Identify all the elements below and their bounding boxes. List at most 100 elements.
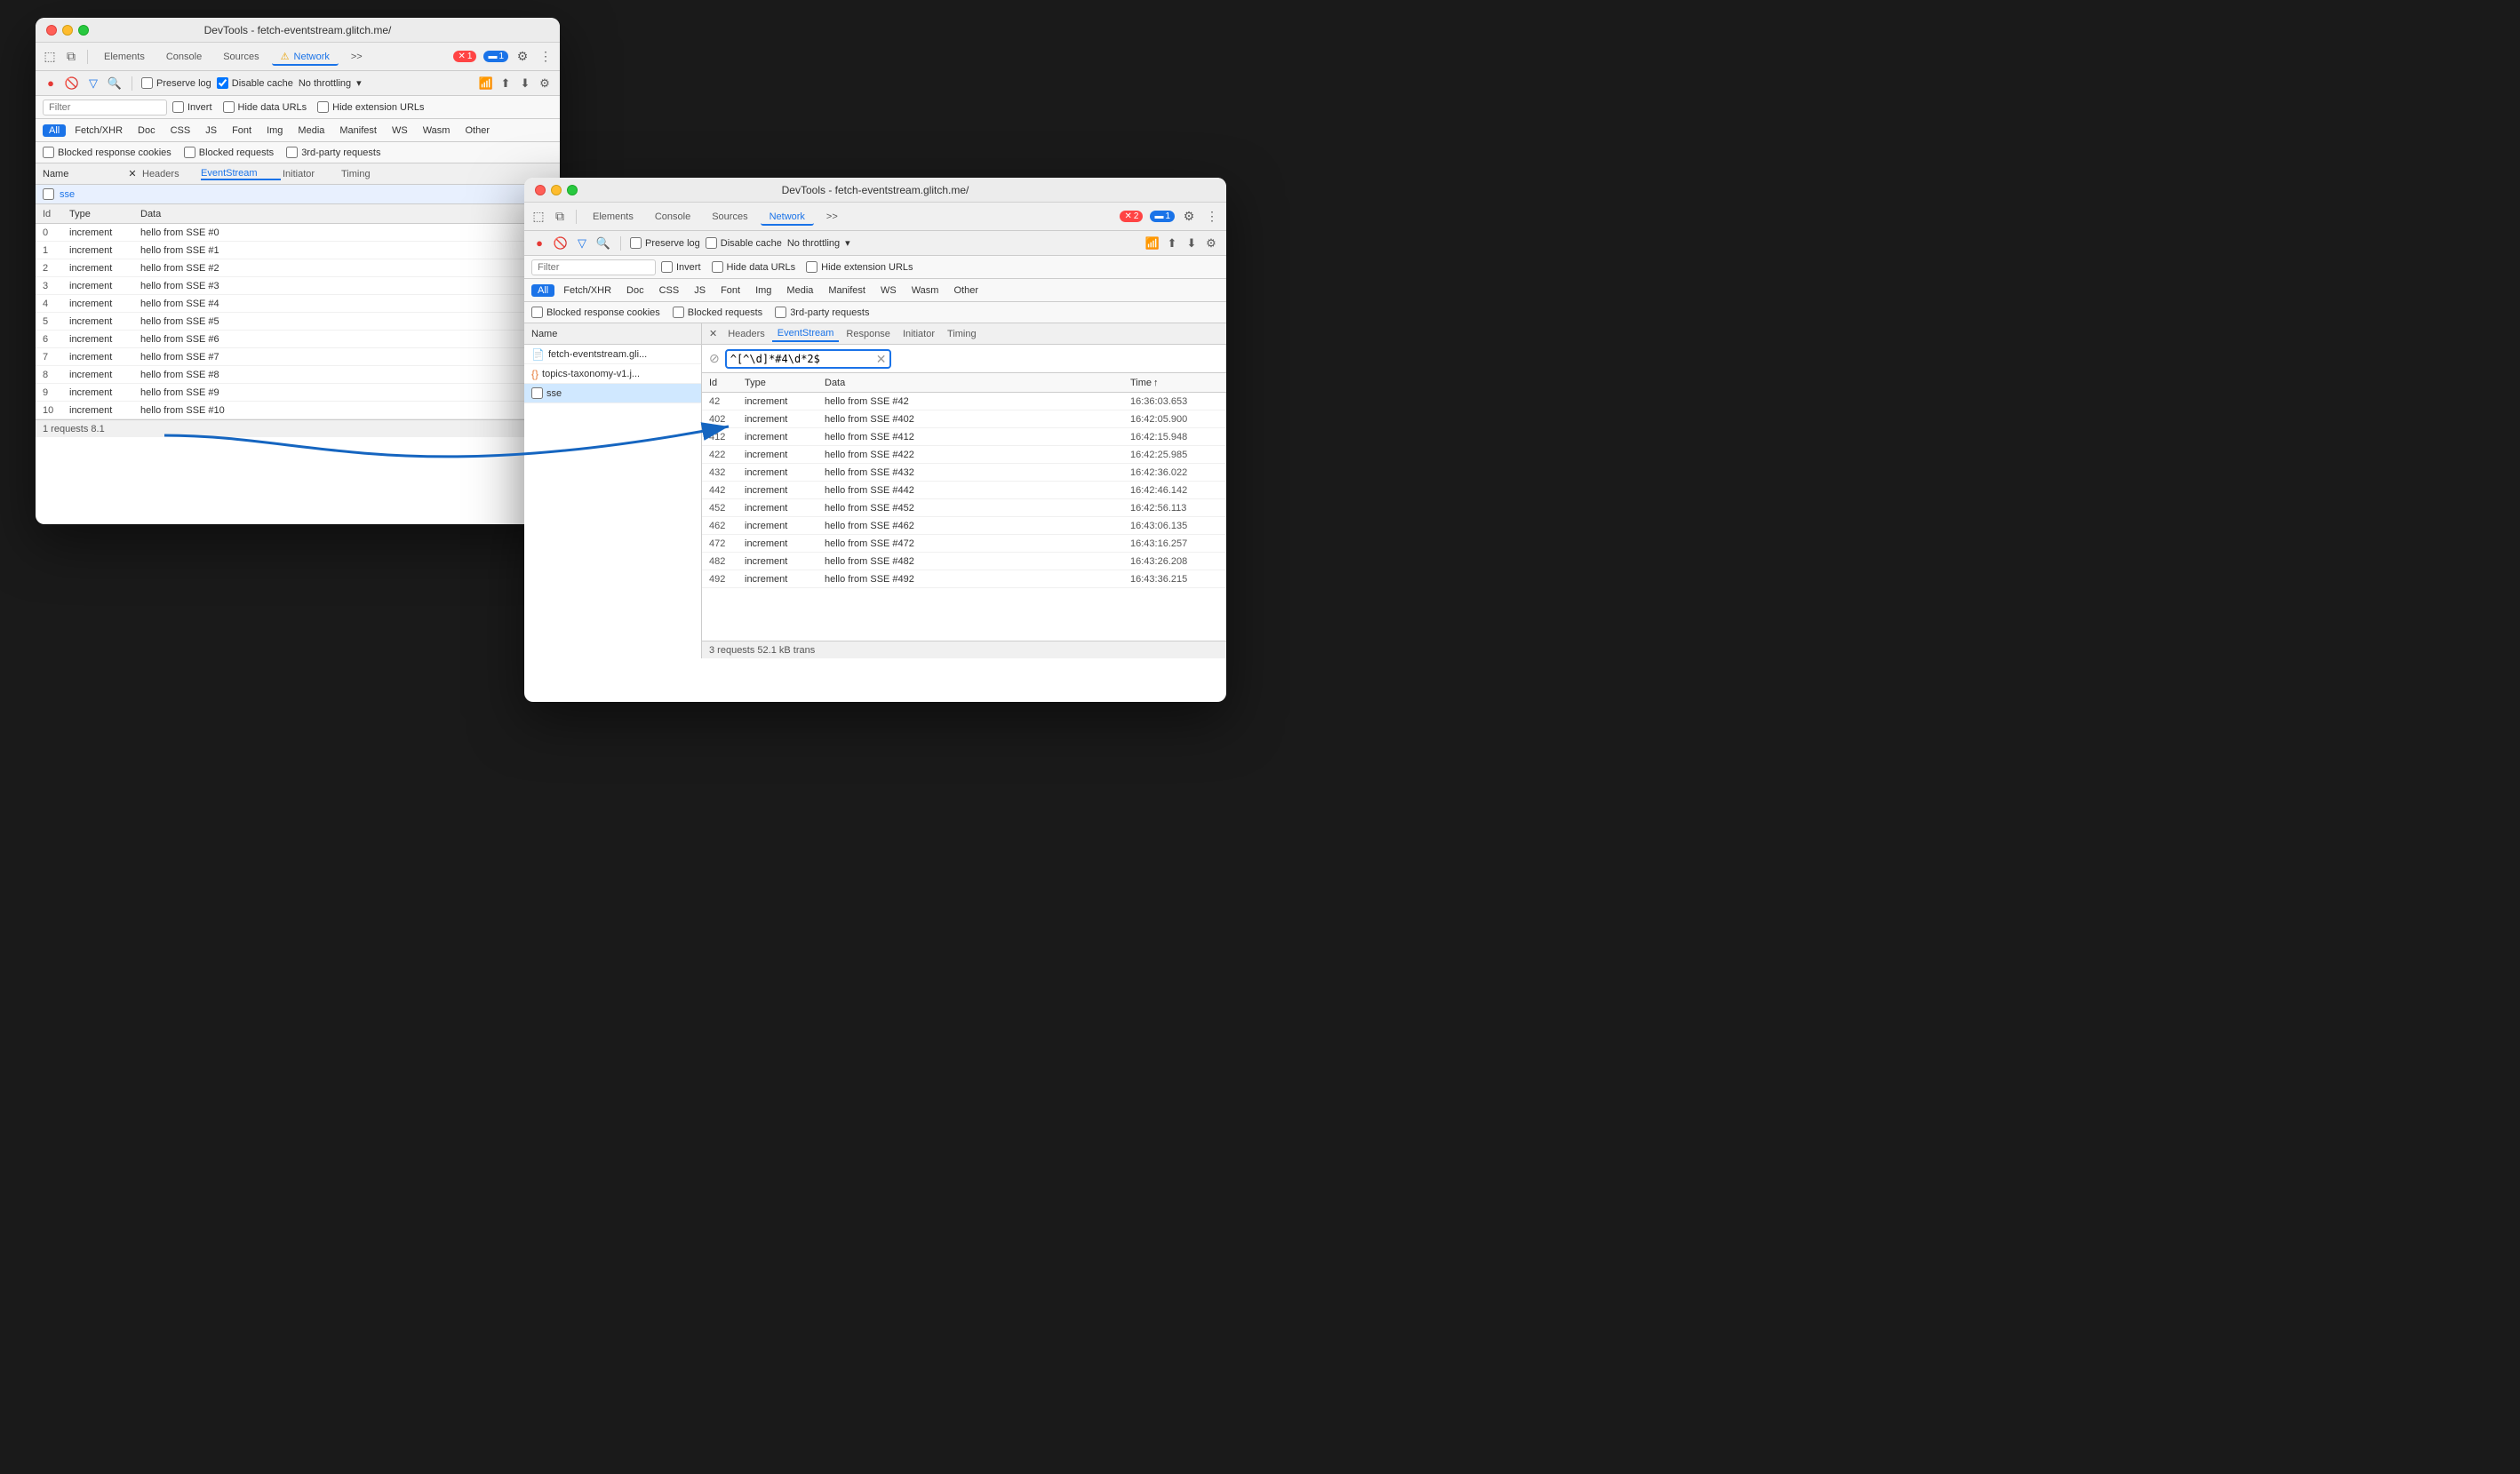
hide-data-urls-label-2[interactable]: Hide data URLs: [712, 261, 796, 273]
event-row-1-2[interactable]: 2 increment hello from SSE #2 16:3: [36, 259, 560, 277]
event-row-2-6[interactable]: 452 increment hello from SSE #452 16:42:…: [702, 499, 1226, 517]
type-btn-fetch-1[interactable]: Fetch/XHR: [68, 124, 129, 137]
tab-sources-2[interactable]: Sources: [703, 208, 756, 226]
upload-icon-1[interactable]: ⬆: [498, 76, 514, 92]
download-icon-2[interactable]: ⬇: [1184, 235, 1200, 251]
type-btn-media-1[interactable]: Media: [291, 124, 331, 137]
inspect-icon-2[interactable]: ⬚: [530, 208, 547, 226]
minimize-button-1[interactable]: [62, 25, 73, 36]
type-btn-font-2[interactable]: Font: [714, 284, 746, 297]
type-btn-ws-1[interactable]: WS: [386, 124, 414, 137]
tab-more-2[interactable]: >>: [817, 208, 847, 226]
filter-icon-1[interactable]: ▽: [85, 76, 101, 92]
tab-timing-1[interactable]: Timing: [341, 169, 386, 179]
hide-data-urls-checkbox-2[interactable]: [712, 261, 723, 273]
sse-row-checkbox[interactable]: [531, 387, 543, 399]
filter-input-2[interactable]: [531, 259, 656, 275]
es-filter-input[interactable]: [730, 353, 873, 365]
tab-initiator-1[interactable]: Initiator: [283, 169, 339, 179]
blocked-cookies-checkbox-1[interactable]: [43, 147, 54, 158]
search-icon-1[interactable]: 🔍: [107, 76, 123, 92]
tab-elements-1[interactable]: Elements: [95, 48, 154, 66]
upload-icon-2[interactable]: ⬆: [1164, 235, 1180, 251]
tab-network-1[interactable]: ⚠ Network: [272, 47, 339, 66]
disable-cache-checkbox-1[interactable]: [217, 77, 228, 89]
type-btn-img-2[interactable]: Img: [749, 284, 778, 297]
invert-label-2[interactable]: Invert: [661, 261, 701, 273]
tab-network-2[interactable]: Network: [761, 208, 814, 226]
filter-icon-2[interactable]: ▽: [574, 235, 590, 251]
type-btn-other-1[interactable]: Other: [459, 124, 496, 137]
wifi-icon-1[interactable]: 📶: [478, 76, 494, 92]
tab-console-2[interactable]: Console: [646, 208, 699, 226]
settings2-icon-2[interactable]: ⚙: [1203, 235, 1219, 251]
event-row-2-8[interactable]: 472 increment hello from SSE #472 16:43:…: [702, 535, 1226, 553]
type-btn-font-1[interactable]: Font: [226, 124, 258, 137]
event-row-1-0[interactable]: 0 increment hello from SSE #0 16:3: [36, 224, 560, 242]
type-btn-all-2[interactable]: All: [531, 284, 554, 297]
event-row-2-4[interactable]: 432 increment hello from SSE #432 16:42:…: [702, 464, 1226, 482]
event-row-1-10[interactable]: 10 increment hello from SSE #10 16:3: [36, 402, 560, 419]
type-btn-doc-1[interactable]: Doc: [132, 124, 162, 137]
close-button-1[interactable]: [46, 25, 57, 36]
blocked-cookies-label-2[interactable]: Blocked response cookies: [531, 307, 660, 318]
device-icon[interactable]: ⧉: [62, 48, 80, 66]
tab-console-1[interactable]: Console: [157, 48, 211, 66]
maximize-button-2[interactable]: [567, 185, 578, 195]
settings-icon-1[interactable]: ⚙: [514, 48, 531, 66]
type-btn-wasm-2[interactable]: Wasm: [905, 284, 945, 297]
blocked-requests-label-1[interactable]: Blocked requests: [184, 147, 274, 158]
request-row-fetch[interactable]: 📄 fetch-eventstream.gli...: [524, 345, 701, 364]
device-icon-2[interactable]: ⧉: [551, 208, 569, 226]
event-row-1-7[interactable]: 7 increment hello from SSE #7 16:3: [36, 348, 560, 366]
es-clear-button[interactable]: ✕: [876, 353, 887, 365]
tab-sources-1[interactable]: Sources: [214, 48, 267, 66]
type-btn-img-1[interactable]: Img: [260, 124, 289, 137]
hide-data-urls-label-1[interactable]: Hide data URLs: [223, 101, 307, 113]
clear-btn-2[interactable]: 🚫: [553, 235, 569, 251]
event-row-1-4[interactable]: 4 increment hello from SSE #4 16:3: [36, 295, 560, 313]
third-party-checkbox-2[interactable]: [775, 307, 786, 318]
blocked-requests-label-2[interactable]: Blocked requests: [673, 307, 762, 318]
type-btn-js-2[interactable]: JS: [688, 284, 712, 297]
event-row-2-5[interactable]: 442 increment hello from SSE #442 16:42:…: [702, 482, 1226, 499]
hide-ext-urls-label-1[interactable]: Hide extension URLs: [317, 101, 424, 113]
event-row-1-6[interactable]: 6 increment hello from SSE #6 16:3: [36, 331, 560, 348]
tab-headers-1[interactable]: Headers: [142, 169, 199, 179]
type-btn-media-2[interactable]: Media: [780, 284, 819, 297]
hide-data-urls-checkbox-1[interactable]: [223, 101, 235, 113]
invert-checkbox-1[interactable]: [172, 101, 184, 113]
close-detail-icon[interactable]: ✕: [709, 328, 717, 339]
search-icon-2[interactable]: 🔍: [595, 235, 611, 251]
event-row-1-3[interactable]: 3 increment hello from SSE #3 16:3: [36, 277, 560, 295]
inspect-icon[interactable]: ⬚: [41, 48, 59, 66]
type-btn-js-1[interactable]: JS: [199, 124, 223, 137]
settings2-icon-1[interactable]: ⚙: [537, 76, 553, 92]
tab-response-2[interactable]: Response: [841, 327, 896, 341]
third-party-label-2[interactable]: 3rd-party requests: [775, 307, 869, 318]
wifi-icon-2[interactable]: 📶: [1144, 235, 1160, 251]
blocked-requests-checkbox-2[interactable]: [673, 307, 684, 318]
tab-eventstream-1[interactable]: EventStream: [201, 168, 281, 180]
request-row-topics[interactable]: {} topics-taxonomy-v1.j...: [524, 364, 701, 384]
download-icon-1[interactable]: ⬇: [517, 76, 533, 92]
event-row-2-3[interactable]: 422 increment hello from SSE #422 16:42:…: [702, 446, 1226, 464]
preserve-log-checkbox-1[interactable]: [141, 77, 153, 89]
hide-ext-urls-checkbox-2[interactable]: [806, 261, 817, 273]
close-button-2[interactable]: [535, 185, 546, 195]
tab-more-1[interactable]: >>: [342, 48, 371, 66]
tab-elements-2[interactable]: Elements: [584, 208, 642, 226]
event-row-2-7[interactable]: 462 increment hello from SSE #462 16:43:…: [702, 517, 1226, 535]
event-row-2-0[interactable]: 42 increment hello from SSE #42 16:36:03…: [702, 393, 1226, 410]
preserve-log-checkbox-2[interactable]: [630, 237, 642, 249]
type-btn-css-2[interactable]: CSS: [653, 284, 686, 297]
more-icon-2[interactable]: ⋮: [1203, 208, 1221, 226]
record-btn-2[interactable]: ●: [531, 235, 547, 251]
settings-icon-2[interactable]: ⚙: [1180, 208, 1198, 226]
sse-checkbox-1[interactable]: [43, 188, 54, 200]
tab-headers-2[interactable]: Headers: [722, 327, 770, 341]
disable-cache-label-1[interactable]: Disable cache: [217, 77, 293, 89]
event-row-1-5[interactable]: 5 increment hello from SSE #5 16:3: [36, 313, 560, 331]
hide-ext-urls-checkbox-1[interactable]: [317, 101, 329, 113]
hide-ext-urls-label-2[interactable]: Hide extension URLs: [806, 261, 913, 273]
